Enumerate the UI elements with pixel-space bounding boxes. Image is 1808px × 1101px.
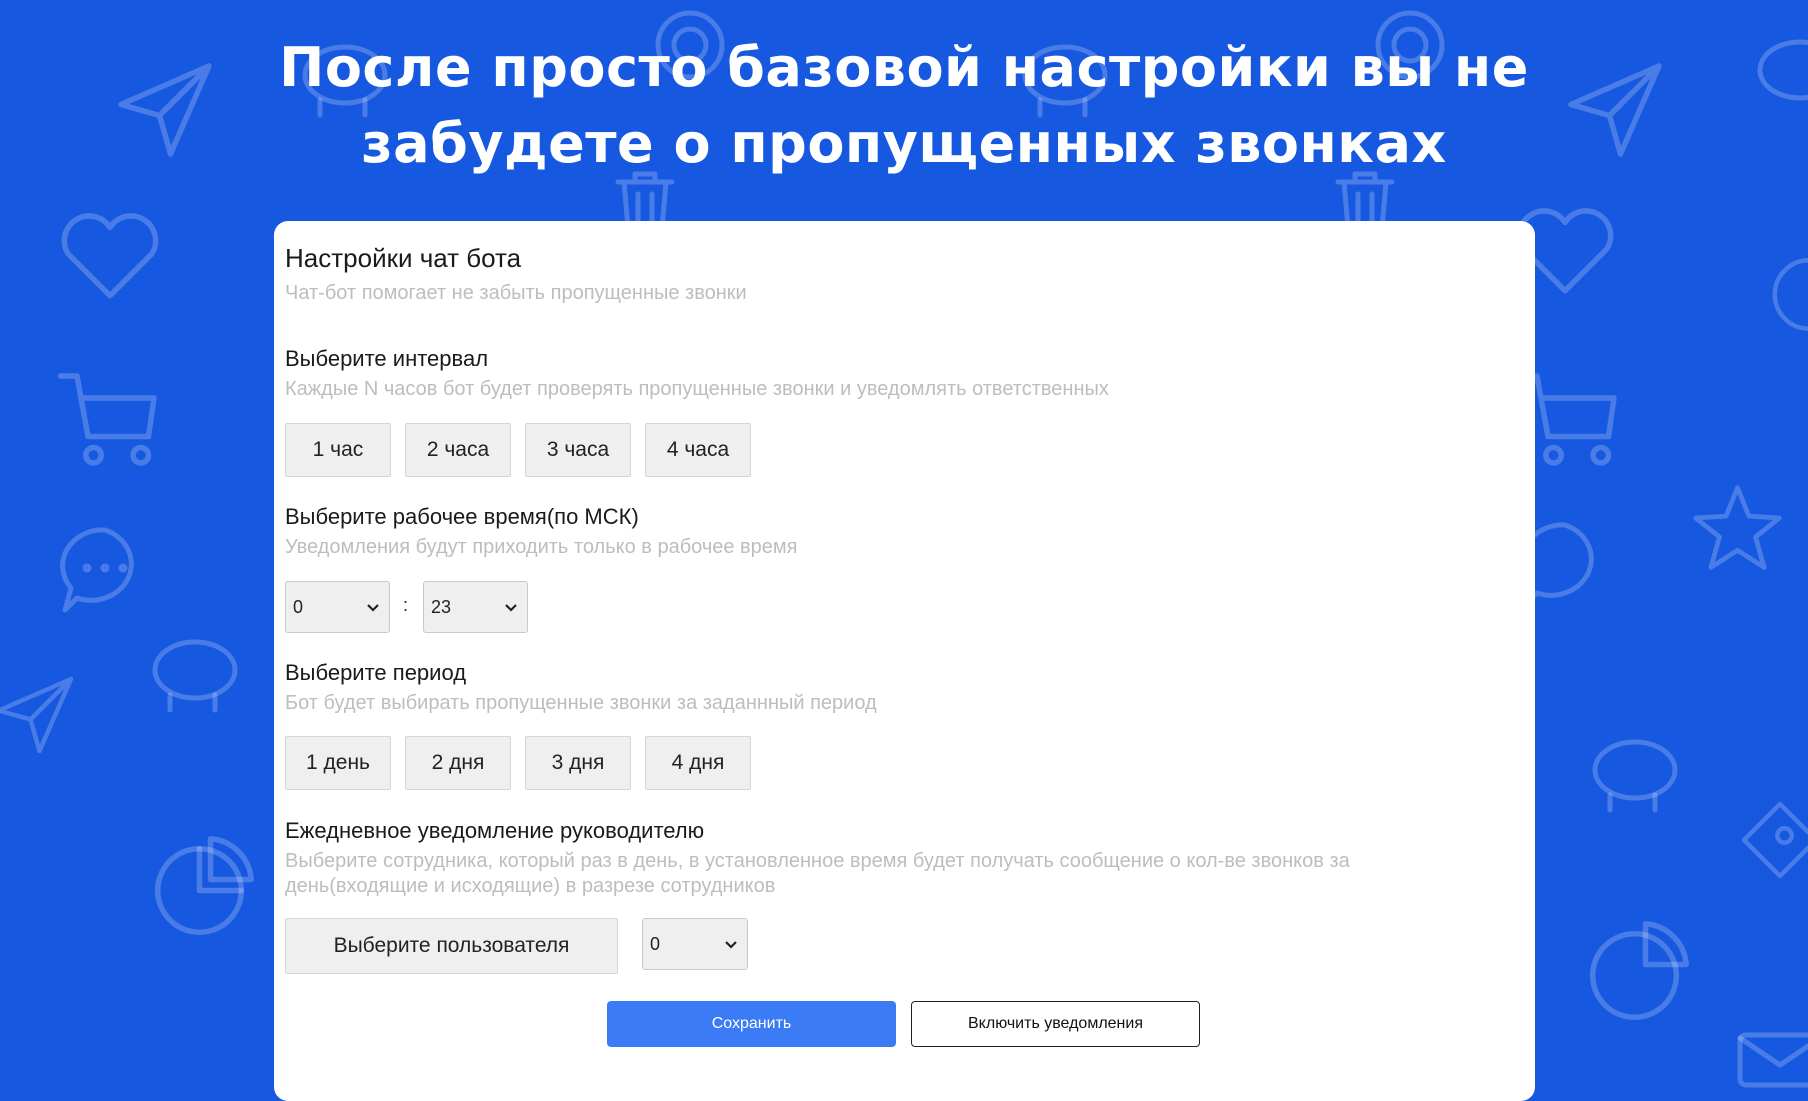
interval-option-4[interactable]: 4 часа	[645, 423, 751, 477]
paper-plane-icon	[0, 676, 74, 754]
work-time-heading: Выберите рабочее время(по МСК)	[285, 504, 639, 529]
star-icon	[1693, 485, 1782, 570]
page-headline: После просто базовой настройки вы не заб…	[0, 30, 1808, 182]
shopping-cart-icon	[57, 373, 157, 466]
pie-chart-icon	[154, 836, 254, 936]
time-separator: :	[403, 595, 409, 615]
work-start-value: 0	[293, 596, 304, 617]
work-end-value: 23	[431, 596, 452, 617]
interval-option-1[interactable]: 1 час	[285, 423, 391, 477]
work-start-select[interactable]: 0	[285, 581, 390, 633]
work-end-select[interactable]: 23	[423, 581, 528, 633]
piggy-bank-icon	[1592, 739, 1678, 813]
save-button[interactable]: Сохранить	[607, 1001, 896, 1047]
card-subtitle: Чат-бот помогает не забыть пропущенные з…	[285, 282, 747, 304]
interval-heading: Выберите интервал	[285, 346, 489, 371]
enable-notifications-button[interactable]: Включить уведомления	[911, 1001, 1200, 1047]
card-title: Настройки чат бота	[285, 243, 522, 273]
pie-chart-icon	[1772, 258, 1808, 331]
daily-hour-select[interactable]: 0	[642, 918, 748, 970]
settings-card: Настройки чат бота Чат-бот помогает не з…	[274, 221, 1535, 1101]
period-option-3[interactable]: 3 дня	[525, 736, 631, 790]
daily-hour-value: 0	[650, 933, 661, 954]
period-options: 1 день 2 дня 3 дня 4 дня	[285, 736, 751, 790]
heart-icon	[61, 213, 159, 299]
period-option-2[interactable]: 2 дня	[405, 736, 511, 790]
envelope-icon	[1737, 1032, 1808, 1088]
headline-line-1: После просто базовой настройки вы не	[279, 36, 1529, 99]
tag-icon	[1741, 801, 1808, 879]
interval-option-3[interactable]: 3 часа	[525, 423, 631, 477]
period-heading: Выберите период	[285, 660, 467, 685]
headline-line-2: забудете о пропущенных звонках	[361, 112, 1447, 175]
period-hint: Бот будет выбирать пропущенные звонки за…	[285, 692, 877, 714]
chevron-down-icon	[367, 604, 379, 612]
chat-bubble-icon	[60, 527, 134, 613]
piggy-bank-icon	[152, 639, 238, 713]
pie-chart-icon	[1589, 921, 1689, 1021]
interval-hint: Каждые N часов бот будет проверять пропу…	[285, 378, 1109, 400]
chevron-down-icon	[725, 941, 737, 949]
work-time-hint: Уведомления будут приходить только в раб…	[285, 536, 798, 558]
period-option-1[interactable]: 1 день	[285, 736, 391, 790]
select-user-button[interactable]: Выберите пользователя	[285, 918, 618, 974]
daily-hint-line-2: день(входящие и исходящие) в разрезе сот…	[285, 875, 776, 897]
daily-hint-line-1: Выберите сотрудника, который раз в день,…	[285, 850, 1350, 872]
period-option-4[interactable]: 4 дня	[645, 736, 751, 790]
interval-options: 1 час 2 часа 3 часа 4 часа	[285, 423, 751, 477]
interval-option-2[interactable]: 2 часа	[405, 423, 511, 477]
daily-heading: Ежедневное уведомление руководителю	[285, 818, 705, 843]
chevron-down-icon	[505, 604, 517, 612]
